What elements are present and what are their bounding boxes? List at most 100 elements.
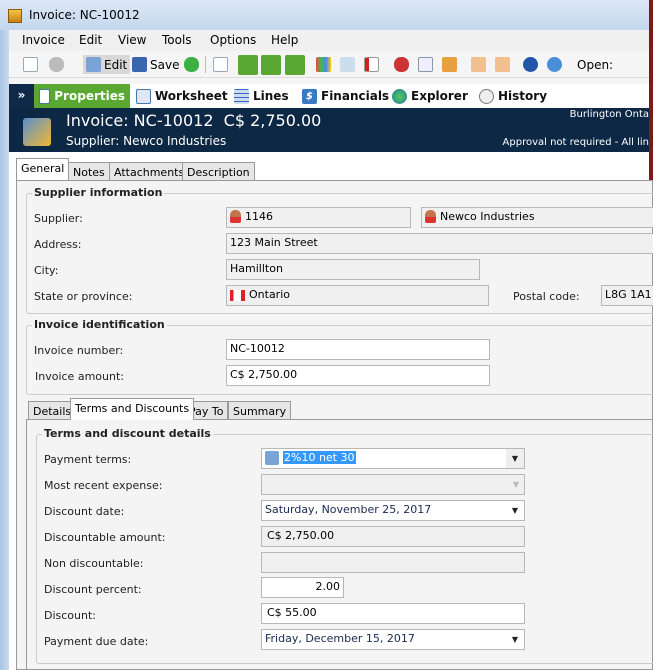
grid-icon <box>234 88 249 104</box>
report-button[interactable] <box>364 55 379 74</box>
payment-terms-label: Payment terms: <box>44 453 132 466</box>
discount-date-label: Discount date: <box>44 505 125 518</box>
discountable-amount-field[interactable]: C$ 2,750.00 <box>261 526 525 547</box>
chevron-down-icon[interactable]: ▼ <box>506 449 524 468</box>
supplier-name: Newco Industries <box>440 210 535 223</box>
nav-tab-label: Explorer <box>411 89 468 103</box>
payment-terms-value: 2%10 net 30 <box>283 451 356 464</box>
tab-general[interactable]: General <box>16 158 70 180</box>
help-button[interactable] <box>523 55 538 74</box>
nav-tab-explorer[interactable]: Explorer <box>387 84 473 108</box>
worksheet-icon <box>136 88 151 104</box>
subtab-details[interactable]: Details <box>28 401 77 421</box>
new-item-button[interactable] <box>213 55 228 74</box>
toolbar-separator <box>205 56 206 73</box>
supplier-name-field[interactable]: Newco Industries <box>421 207 653 228</box>
payment-due-date-label: Payment due date: <box>44 635 149 648</box>
chevron-down-icon[interactable]: ▼ <box>506 501 524 520</box>
disabled-button[interactable] <box>49 55 64 74</box>
invoice-app-icon <box>8 9 22 23</box>
copy-button[interactable] <box>418 55 433 74</box>
discount-date-picker[interactable]: Saturday, November 25, 2017 ▼ <box>261 500 525 521</box>
recent-expense-label: Most recent expense: <box>44 479 163 492</box>
menu-help[interactable]: Help <box>271 33 298 47</box>
new-document-icon <box>23 57 38 72</box>
thumbs-up-icon <box>471 57 486 72</box>
non-discountable-label: Non discountable: <box>44 557 144 570</box>
nav-tab-history[interactable]: History <box>474 84 552 108</box>
tab-description[interactable]: Description <box>182 162 255 182</box>
menu-bar: Invoice Edit View Tools Options Help <box>9 30 649 51</box>
invoice-number-field[interactable]: NC-10012 <box>226 339 490 360</box>
payment-terms-dropdown[interactable]: 2%10 net 30 ▼ <box>261 448 525 469</box>
collapse-chevron-icon[interactable]: » <box>9 84 34 108</box>
nav-tab-worksheet[interactable]: Worksheet <box>131 84 233 108</box>
refresh-button[interactable] <box>184 55 199 74</box>
person-icon <box>230 210 241 223</box>
nav-tab-properties[interactable]: Properties <box>34 84 130 108</box>
discount-percent-label: Discount percent: <box>44 583 142 596</box>
nav-tab-label: Worksheet <box>155 89 228 103</box>
open-label: Open: <box>577 57 614 72</box>
approve-button[interactable] <box>471 55 486 74</box>
paste-button[interactable] <box>442 55 457 74</box>
non-discountable-field[interactable] <box>261 552 525 573</box>
address-label: Address: <box>34 238 82 251</box>
windows-button[interactable] <box>316 55 331 74</box>
discount-field[interactable]: C$ 55.00 <box>261 603 525 624</box>
new-button[interactable] <box>23 55 38 74</box>
search-button[interactable] <box>285 54 305 75</box>
cut-button[interactable] <box>394 55 409 74</box>
save-icon <box>132 57 147 72</box>
menu-invoice[interactable]: Invoice <box>22 33 65 47</box>
header-subtitle: Supplier: Newco Industries <box>66 134 227 148</box>
layout-button-2[interactable] <box>261 54 281 75</box>
payment-due-date-picker[interactable]: Friday, December 15, 2017 ▼ <box>261 629 525 650</box>
reject-button[interactable] <box>495 55 510 74</box>
group-title: Supplier information <box>32 186 165 199</box>
tab-notes[interactable]: Notes <box>68 162 110 182</box>
nav-tab-label: Properties <box>54 89 125 103</box>
save-button[interactable]: Save <box>132 55 179 74</box>
province-field[interactable]: Ontario <box>226 285 489 306</box>
discount-percent-field[interactable]: 2.00 <box>261 577 344 598</box>
tab-attachments[interactable]: Attachments <box>109 162 190 182</box>
invoice-amount-label: Invoice amount: <box>35 370 124 383</box>
refresh-icon <box>184 57 199 72</box>
window-title: Invoice: NC-10012 <box>29 8 140 22</box>
address-field[interactable]: 123 Main Street <box>226 233 653 254</box>
toolbar: Edit Save Open: <box>9 51 649 78</box>
layout-button-1[interactable] <box>238 54 258 75</box>
menu-view[interactable]: View <box>118 33 146 47</box>
subtab-terms-discounts[interactable]: Terms and Discounts <box>70 398 195 420</box>
city-field[interactable]: Hamillton <box>226 259 480 280</box>
postal-code-field[interactable]: L8G 1A1 <box>601 285 653 306</box>
properties-icon <box>39 88 51 104</box>
nav-tab-lines[interactable]: Lines <box>229 84 294 108</box>
send-button[interactable] <box>340 55 355 74</box>
menu-tools[interactable]: Tools <box>162 33 192 47</box>
info-button[interactable] <box>547 55 562 74</box>
new-document-icon <box>213 57 228 72</box>
subtab-summary[interactable]: Summary <box>228 401 292 421</box>
nav-tab-label: History <box>498 89 548 103</box>
province-value: Ontario <box>249 288 290 301</box>
invoice-amount-field[interactable]: C$ 2,750.00 <box>226 365 490 386</box>
title-bar[interactable]: Invoice: NC-10012 <box>0 0 649 30</box>
nav-tab-financials[interactable]: $ Financials <box>297 84 394 108</box>
postal-code-label: Postal code: <box>513 290 580 303</box>
main-tabs: General Notes Attachments Description <box>16 158 256 182</box>
search-icon <box>285 54 305 75</box>
edit-button[interactable]: Edit <box>83 55 131 74</box>
header-title: Invoice: NC-10012 C$ 2,750.00 <box>66 111 322 130</box>
nav-tab-label: Financials <box>321 89 390 103</box>
recent-expense-dropdown[interactable] <box>261 474 525 495</box>
chevron-down-icon[interactable]: ▼ <box>506 630 524 649</box>
chevron-down-icon: ▼ <box>512 480 520 489</box>
supplier-id-field[interactable]: 1146 <box>226 207 411 228</box>
menu-options[interactable]: Options <box>210 33 256 47</box>
group-title: Terms and discount details <box>42 427 213 440</box>
header-location: Burlington Onta <box>569 109 649 120</box>
windows-icon <box>316 57 331 72</box>
menu-edit[interactable]: Edit <box>79 33 102 47</box>
